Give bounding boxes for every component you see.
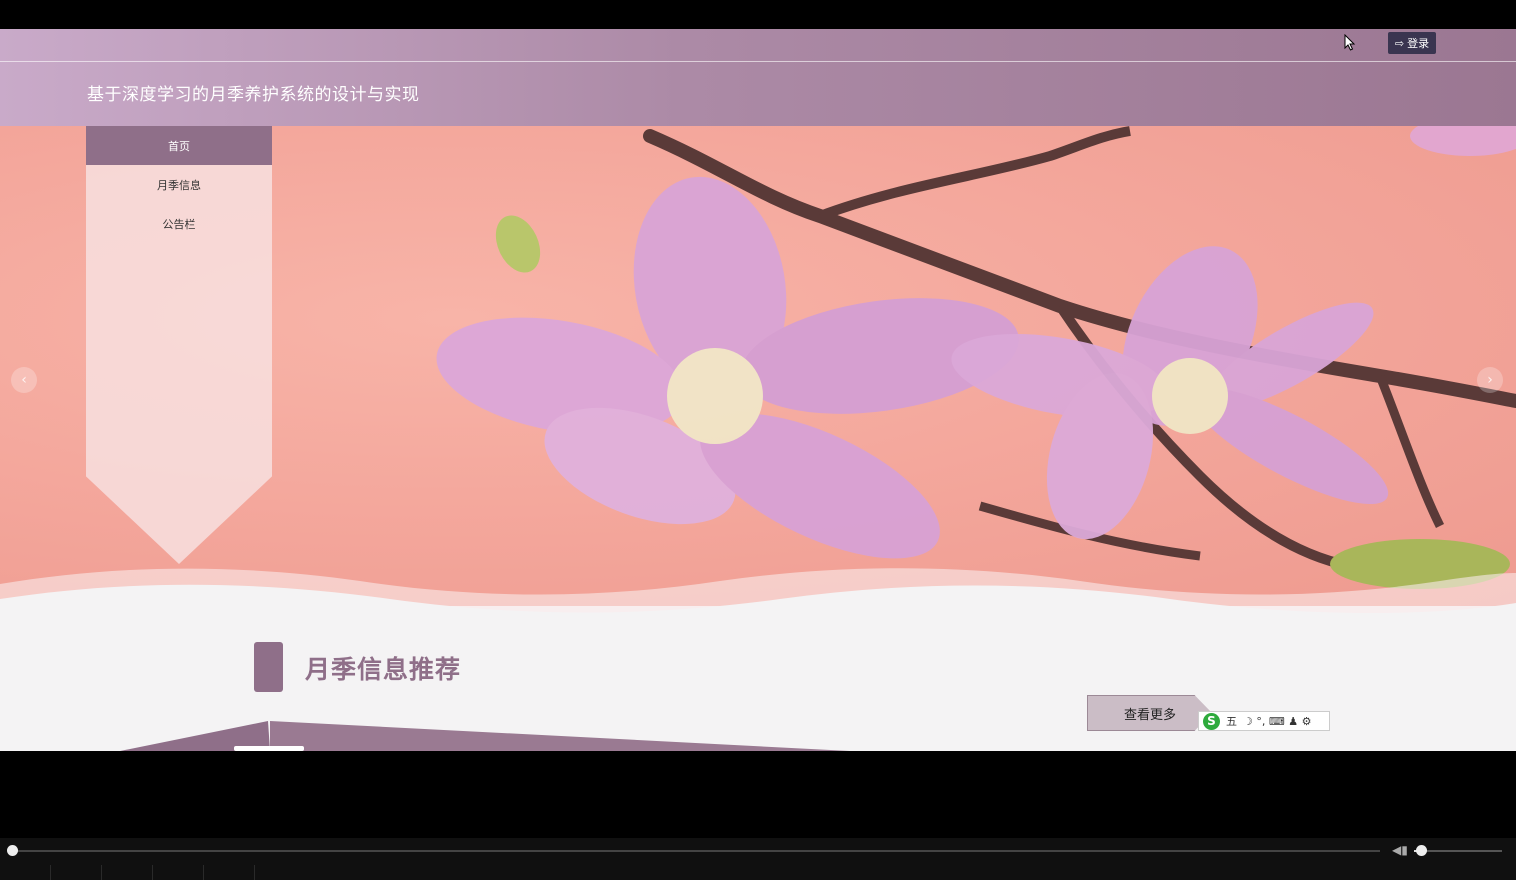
browser-viewport: 基于深度学习的月季养护系统的设计与实现 ⇨ 登录 首页 月季信息 公告栏 ‹ ›… xyxy=(0,29,1516,751)
login-button[interactable]: ⇨ 登录 xyxy=(1388,32,1436,54)
taskbar xyxy=(0,865,1516,880)
taskbar-slot[interactable] xyxy=(102,865,153,880)
chevron-left-icon: ‹ xyxy=(21,372,27,388)
top-header: 基于深度学习的月季养护系统的设计与实现 ⇨ 登录 xyxy=(0,29,1516,126)
ime-mode-label[interactable]: 五 xyxy=(1226,713,1237,729)
mouse-cursor-icon xyxy=(1344,34,1356,51)
progress-knob[interactable] xyxy=(7,845,18,856)
header-divider xyxy=(0,61,1516,62)
login-label: 登录 xyxy=(1407,37,1430,50)
taskbar-slot[interactable] xyxy=(51,865,102,880)
taskbar-slot[interactable] xyxy=(153,865,204,880)
volume-track[interactable] xyxy=(1414,850,1502,852)
taskbar-slot[interactable] xyxy=(0,865,51,880)
taskbar-slot[interactable] xyxy=(204,865,255,880)
nav-item-notice-board[interactable]: 公告栏 xyxy=(86,204,272,243)
nav-item-home[interactable]: 首页 xyxy=(86,126,272,165)
volume-knob[interactable] xyxy=(1416,845,1428,856)
section-title: 月季信息推荐 xyxy=(305,655,462,684)
hero-wave-divider xyxy=(0,568,1516,629)
view-more-button[interactable]: 查看更多 xyxy=(1087,695,1212,731)
carousel-next-button[interactable]: › xyxy=(1477,367,1503,393)
nav-item-rose-info[interactable]: 月季信息 xyxy=(86,165,272,204)
login-icon: ⇨ xyxy=(1394,36,1405,50)
side-navigation: 首页 月季信息 公告栏 xyxy=(86,126,272,564)
ime-toolbar[interactable]: S 五 ☽ °, ⌨ ♟ ⚙ xyxy=(1198,711,1330,731)
section-title-marker xyxy=(254,642,283,692)
site-title: 基于深度学习的月季养护系统的设计与实现 xyxy=(87,85,420,105)
progress-track[interactable] xyxy=(12,850,1380,852)
ime-logo-icon: S xyxy=(1203,712,1220,730)
video-player-controls: ◀▮ xyxy=(0,838,1516,880)
carousel-prev-button[interactable]: ‹ xyxy=(11,367,37,393)
volume-icon[interactable]: ◀▮ xyxy=(1392,843,1408,859)
chevron-right-icon: › xyxy=(1487,372,1493,388)
ime-symbols-icons[interactable]: ☽ °, ⌨ ♟ ⚙ xyxy=(1243,715,1311,728)
